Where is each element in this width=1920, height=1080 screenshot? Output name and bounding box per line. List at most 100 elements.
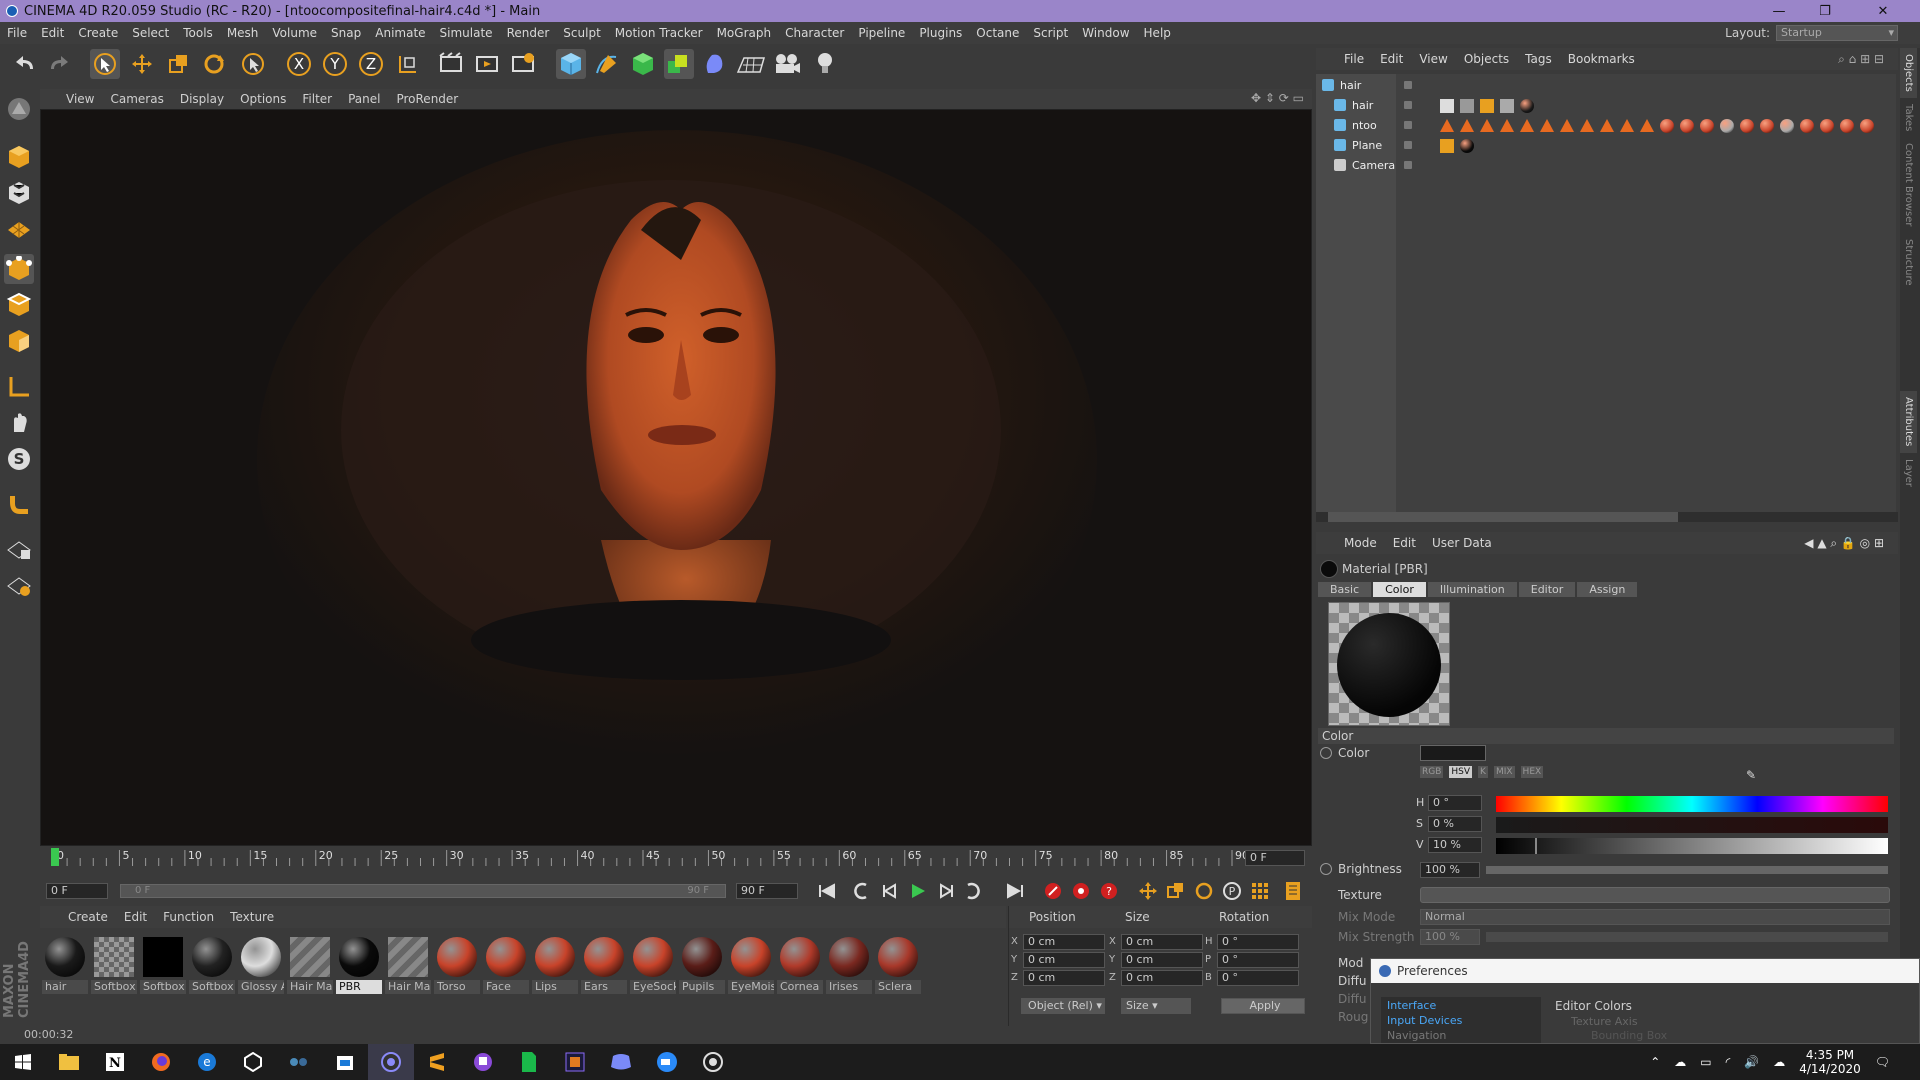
coord-value-field[interactable]: 0 cm [1121, 970, 1203, 986]
workplane-mode-icon[interactable] [4, 214, 34, 244]
material-tag-icon[interactable] [1460, 139, 1474, 153]
visibility-dot-icon[interactable] [1404, 141, 1412, 149]
eyedropper-icon[interactable]: ✎ [1746, 768, 1756, 782]
visibility-dot-icon[interactable] [1404, 161, 1412, 169]
prefs-item-navigation[interactable]: Navigation [1381, 1027, 1541, 1044]
object-scrollbar[interactable] [1316, 512, 1898, 522]
key-parameter-icon[interactable]: P [1217, 876, 1247, 906]
go-to-end-icon[interactable] [1000, 876, 1030, 906]
preview-range-slider[interactable]: 0 F 90 F [120, 884, 726, 898]
vp-menu-cameras[interactable]: Cameras [102, 92, 171, 106]
material-tag-icon[interactable] [1520, 99, 1534, 113]
vp-menu-panel[interactable]: Panel [340, 92, 388, 106]
key-scale-icon[interactable] [1161, 876, 1191, 906]
deformer-icon[interactable] [700, 49, 730, 79]
onedrive-icon[interactable]: ☁ [1773, 1055, 1785, 1069]
attr-tab[interactable]: Basic [1318, 582, 1372, 597]
material-tag-icon[interactable] [1740, 119, 1754, 133]
snap-icon[interactable]: S [4, 444, 34, 474]
attr-tab[interactable]: Illumination [1427, 582, 1517, 597]
live-selection-icon[interactable] [90, 49, 120, 79]
material-item[interactable]: Hair Ma [385, 934, 431, 996]
x-axis-lock-icon[interactable]: X [284, 49, 314, 79]
menu-window[interactable]: Window [1075, 26, 1136, 40]
close-button[interactable]: ✕ [1860, 0, 1906, 22]
render-settings-icon[interactable] [508, 49, 538, 79]
material-item[interactable]: Sclera [875, 934, 921, 996]
material-tag-icon[interactable] [1660, 119, 1674, 133]
menu-script[interactable]: Script [1026, 26, 1075, 40]
render-view-icon[interactable] [436, 49, 466, 79]
object-row[interactable]: Camera [1316, 156, 1896, 174]
material-item[interactable]: Ears [581, 934, 627, 996]
windows-start-icon[interactable] [0, 1044, 46, 1080]
am-nav-icons[interactable]: ◀ ▲ ⌕ 🔒 ◎ ⊞ [1796, 536, 1892, 551]
vp-menu-prorender[interactable]: ProRender [388, 92, 466, 106]
vp-menu-filter[interactable]: Filter [294, 92, 340, 106]
obs-icon[interactable] [690, 1044, 736, 1080]
om-menu-objects[interactable]: Objects [1456, 52, 1517, 66]
current-frame-field[interactable]: 0 F [1245, 850, 1305, 866]
polygons-mode-icon[interactable] [4, 326, 34, 356]
selection-mode-icon[interactable] [238, 49, 268, 79]
subdivision-surface-icon[interactable] [628, 49, 658, 79]
sheets-icon[interactable] [506, 1044, 552, 1080]
premiere-icon[interactable] [552, 1044, 598, 1080]
material-tag-icon[interactable] [1720, 119, 1734, 133]
3d-viewport[interactable] [40, 109, 1312, 846]
menu-sculpt[interactable]: Sculpt [556, 26, 607, 40]
magnet-icon[interactable] [4, 490, 34, 520]
am-menu-edit[interactable]: Edit [1385, 536, 1424, 550]
saturation-slider[interactable] [1496, 817, 1888, 833]
menu-mograph[interactable]: MoGraph [710, 26, 779, 40]
timeline-window-icon[interactable] [1278, 876, 1308, 906]
clock[interactable]: 4:35 PM 4/14/2020 [1799, 1048, 1861, 1076]
cube-object-icon[interactable] [556, 49, 586, 79]
om-menu-tags[interactable]: Tags [1517, 52, 1560, 66]
coord-value-field[interactable]: 0 cm [1023, 934, 1105, 950]
coord-value-field[interactable]: 0 cm [1121, 934, 1203, 950]
floor-icon[interactable] [736, 49, 766, 79]
menu-render[interactable]: Render [500, 26, 557, 40]
scale-icon[interactable] [163, 49, 193, 79]
tab-takes[interactable]: Takes [1900, 98, 1917, 137]
mm-menu-create[interactable]: Create [60, 910, 116, 924]
om-menu-edit[interactable]: Edit [1372, 52, 1411, 66]
tag-icon[interactable] [1460, 99, 1474, 113]
menu-mesh[interactable]: Mesh [220, 26, 266, 40]
hair-tag-icon[interactable] [1580, 119, 1594, 132]
minimize-button[interactable]: — [1756, 0, 1802, 22]
coord-value-field[interactable]: 0 cm [1023, 970, 1105, 986]
hair-tag-icon[interactable] [1560, 119, 1574, 132]
value-slider-handle[interactable] [1535, 838, 1538, 854]
cinema4d-taskbar-icon[interactable] [368, 1044, 414, 1080]
visibility-dot-icon[interactable] [1404, 81, 1412, 89]
next-frame-icon[interactable] [931, 876, 961, 906]
material-item[interactable]: EyeSock [630, 934, 676, 996]
coord-value-field[interactable]: 0 ° [1217, 934, 1299, 950]
model-mode-icon[interactable] [4, 142, 34, 172]
material-tag-icon[interactable] [1700, 119, 1714, 133]
y-axis-lock-icon[interactable]: Y [320, 49, 350, 79]
tab-objects[interactable]: Objects [1900, 48, 1917, 98]
coord-value-field[interactable]: 0 cm [1121, 952, 1203, 968]
next-key-icon[interactable] [959, 876, 989, 906]
menu-motion-tracker[interactable]: Motion Tracker [608, 26, 710, 40]
tray-chevron-up-icon[interactable]: ⌃ [1650, 1055, 1660, 1069]
material-tag-icon[interactable] [1680, 119, 1694, 133]
material-item[interactable]: Torso [434, 934, 480, 996]
color-swatch[interactable] [1420, 745, 1486, 761]
mm-menu-edit[interactable]: Edit [116, 910, 155, 924]
menu-create[interactable]: Create [71, 26, 125, 40]
make-editable-icon[interactable] [4, 94, 34, 124]
scrollbar-thumb[interactable] [1328, 512, 1678, 522]
spline-pen-icon[interactable] [592, 49, 622, 79]
material-tag-icon[interactable] [1860, 119, 1874, 133]
points-mode-icon[interactable] [4, 254, 34, 284]
hair-tag-icon[interactable] [1500, 119, 1514, 132]
timeline-ruler[interactable]: 0 5 10 15 20 25 30 35 40 45 50 55 60 65 70 75 80 85 90 0 F [40, 846, 1312, 870]
move-icon[interactable] [127, 49, 157, 79]
material-tag-icon[interactable] [1780, 119, 1794, 133]
viewport-nav-icons[interactable]: ✥ ⇕ ⟳ ▭ [1251, 91, 1304, 105]
material-item[interactable]: Pupils [679, 934, 725, 996]
